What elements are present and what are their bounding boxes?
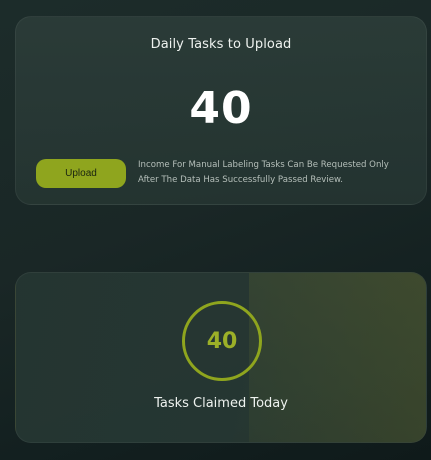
card-tint-overlay <box>249 273 426 442</box>
claimed-count-value: 40 <box>206 328 238 354</box>
tasks-claimed-caption: Tasks Claimed Today <box>154 396 288 411</box>
claimed-count-ring: 40 <box>182 301 262 381</box>
upload-button[interactable]: Upload <box>36 159 126 188</box>
daily-tasks-count: 40 <box>189 83 253 134</box>
daily-tasks-title: Daily Tasks to Upload <box>150 37 292 52</box>
income-note: Income For Manual Labeling Tasks Can Be … <box>138 160 389 185</box>
daily-tasks-card: Daily Tasks to Upload 40 Upload Income F… <box>15 16 427 205</box>
tasks-claimed-card: 40 Tasks Claimed Today <box>15 272 427 443</box>
